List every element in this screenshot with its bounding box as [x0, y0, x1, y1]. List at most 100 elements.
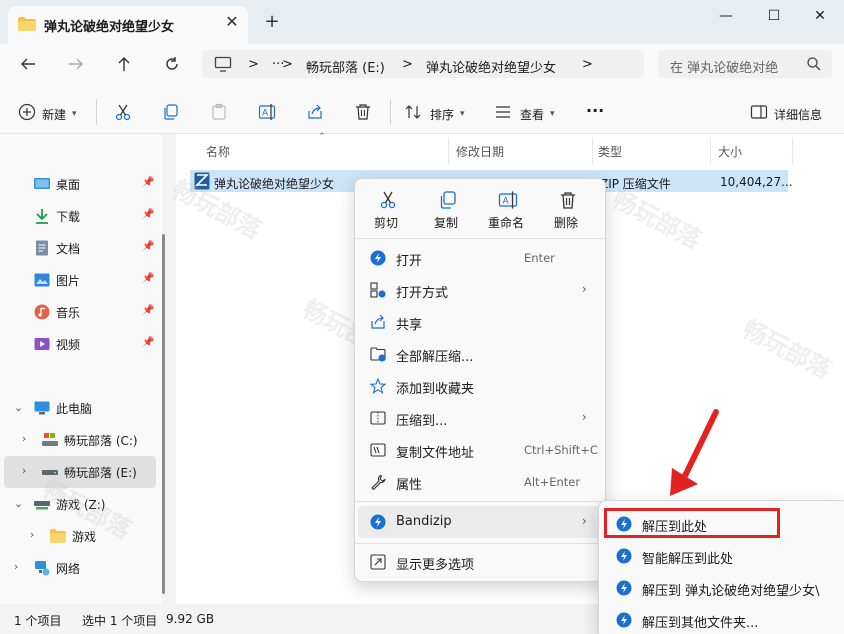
- details-pane-icon[interactable]: [750, 103, 768, 121]
- copy-icon[interactable]: [162, 103, 180, 121]
- chevron-down-icon[interactable]: ▾: [72, 109, 77, 119]
- menu-item-extract-all[interactable]: 全部解压缩...: [358, 340, 602, 368]
- sidebar-item-network[interactable]: › 网络: [4, 552, 156, 584]
- delete-icon[interactable]: [354, 103, 372, 121]
- network-icon: [35, 561, 50, 576]
- chevron-down-icon[interactable]: ⌄: [14, 497, 23, 510]
- column-divider[interactable]: [710, 138, 711, 164]
- submenu-item-extract-to-folder[interactable]: 解压到 弹丸论破绝对绝望少女\: [604, 574, 840, 602]
- network-drive-icon: [34, 501, 50, 510]
- menu-item-copy-path[interactable]: 复制文件地址 Ctrl+Shift+C: [358, 436, 602, 464]
- new-tab-button[interactable]: +: [262, 12, 282, 32]
- menu-item-compress-to[interactable]: 压缩到... ›: [358, 404, 602, 432]
- file-type: ZIP 压缩文件: [600, 177, 671, 191]
- chevron-down-icon[interactable]: ▾: [460, 109, 465, 119]
- sidebar-item-drive-e[interactable]: › 畅玩部落 (E:): [4, 456, 156, 488]
- folder-icon: [50, 529, 66, 543]
- close-button[interactable]: ✕: [800, 6, 840, 26]
- minimize-button[interactable]: —: [706, 6, 746, 26]
- sidebar-item-this-pc[interactable]: ⌄ 此电脑: [4, 392, 156, 424]
- tab-title: 弹丸论破绝对绝望少女: [44, 20, 175, 35]
- rename-icon[interactable]: A: [498, 190, 518, 210]
- address-bar[interactable]: [202, 50, 644, 78]
- cut-button[interactable]: 剪切: [374, 214, 398, 231]
- menu-item-bandizip[interactable]: Bandizip ›: [358, 506, 602, 538]
- copy-icon[interactable]: [438, 190, 458, 210]
- more-options-button[interactable]: ···: [586, 101, 604, 120]
- tab-close-icon[interactable]: ✕: [222, 12, 242, 32]
- menu-item-label: 显示更多选项: [396, 558, 475, 573]
- menu-item-add-favorites[interactable]: 添加到收藏夹: [358, 372, 602, 400]
- sidebar-item-pictures[interactable]: 图片 📌: [4, 264, 156, 296]
- chevron-right-icon[interactable]: ›: [22, 432, 26, 445]
- search-icon[interactable]: [806, 56, 822, 72]
- delete-button[interactable]: 删除: [554, 214, 578, 231]
- sidebar-item-music[interactable]: 音乐 📌: [4, 296, 156, 328]
- column-header-name[interactable]: 名称: [206, 143, 230, 160]
- view-icon[interactable]: [494, 103, 512, 121]
- paste-icon[interactable]: [210, 103, 228, 121]
- menu-item-label: 共享: [396, 318, 423, 333]
- back-button[interactable]: [16, 52, 40, 76]
- bandizip-icon: [616, 548, 632, 564]
- highlight-box: [604, 508, 780, 538]
- plus-circle-icon[interactable]: [18, 103, 36, 121]
- pin-icon: 📌: [142, 209, 155, 220]
- breadcrumb-drive[interactable]: 畅玩部落 (E:): [306, 57, 385, 76]
- column-header-size[interactable]: 大小: [718, 143, 742, 160]
- sidebar-scrollbar[interactable]: [162, 234, 165, 594]
- submenu-item-extract-other[interactable]: 解压到其他文件夹...: [604, 606, 840, 634]
- view-button[interactable]: 查看: [520, 106, 544, 123]
- sidebar-item-documents[interactable]: 文档 📌: [4, 232, 156, 264]
- menu-item-open-with[interactable]: 打开方式 ›: [358, 276, 602, 304]
- rename-icon[interactable]: A: [258, 103, 276, 121]
- sidebar-item-videos[interactable]: 视频 📌: [4, 328, 156, 360]
- cut-icon[interactable]: [114, 103, 132, 121]
- sort-button[interactable]: 排序: [430, 106, 454, 123]
- submenu-item-smart-extract[interactable]: 智能解压到此处: [604, 542, 840, 570]
- sidebar-item-desktop[interactable]: 桌面 📌: [4, 168, 156, 200]
- rename-button[interactable]: 重命名: [488, 214, 524, 231]
- sidebar-item-label: 文档: [56, 242, 81, 256]
- sidebar-item-games-folder[interactable]: › 游戏: [4, 520, 156, 552]
- column-divider[interactable]: [792, 138, 793, 164]
- column-header-type[interactable]: 类型: [598, 143, 622, 160]
- chevron-down-icon[interactable]: ▾: [550, 109, 555, 119]
- sidebar-item-drive-c[interactable]: › 畅玩部落 (C:): [4, 424, 156, 456]
- details-button[interactable]: 详细信息: [774, 106, 822, 123]
- column-header-date[interactable]: 修改日期: [456, 143, 504, 160]
- tab-active[interactable]: 弹丸论破绝对绝望少女 ✕: [8, 6, 248, 44]
- cut-icon[interactable]: [378, 190, 398, 210]
- chevron-down-icon[interactable]: ⌄: [14, 401, 23, 414]
- refresh-button[interactable]: [160, 52, 184, 76]
- menu-item-share[interactable]: 共享: [358, 308, 602, 336]
- copy-button[interactable]: 复制: [434, 214, 458, 231]
- chevron-right-icon[interactable]: ›: [14, 560, 18, 573]
- sidebar-item-downloads[interactable]: 下载 📌: [4, 200, 156, 232]
- menu-item-label: 复制文件地址: [396, 446, 475, 461]
- file-size: 10,404,27...: [720, 175, 793, 189]
- chevron-right-icon[interactable]: ›: [22, 464, 26, 477]
- new-button[interactable]: 新建: [42, 106, 66, 123]
- up-button[interactable]: [112, 52, 136, 76]
- chevron-right-icon[interactable]: ›: [30, 528, 34, 541]
- menu-item-label: 打开方式: [396, 286, 449, 301]
- share-icon[interactable]: [306, 103, 324, 121]
- breadcrumb-separator: >: [582, 57, 593, 72]
- menu-item-show-more[interactable]: 显示更多选项: [358, 548, 602, 576]
- column-divider[interactable]: [592, 138, 593, 164]
- maximize-button[interactable]: ☐: [754, 6, 794, 26]
- picture-icon: [34, 273, 50, 287]
- delete-icon[interactable]: [558, 190, 578, 210]
- breadcrumb-folder[interactable]: 弹丸论破绝对绝望少女: [426, 57, 556, 76]
- star-icon: [370, 378, 386, 394]
- video-icon: [34, 338, 50, 350]
- sort-icon[interactable]: [404, 103, 422, 121]
- column-divider[interactable]: [448, 138, 449, 164]
- menu-item-properties[interactable]: 属性 Alt+Enter: [358, 468, 602, 496]
- forward-button[interactable]: [64, 52, 88, 76]
- sidebar-item-drive-z[interactable]: ⌄ 游戏 (Z:): [4, 488, 156, 520]
- menu-item-shortcut: Alt+Enter: [524, 475, 581, 489]
- sidebar-item-label: 此电脑: [56, 402, 93, 416]
- menu-item-open[interactable]: 打开 Enter: [358, 244, 602, 272]
